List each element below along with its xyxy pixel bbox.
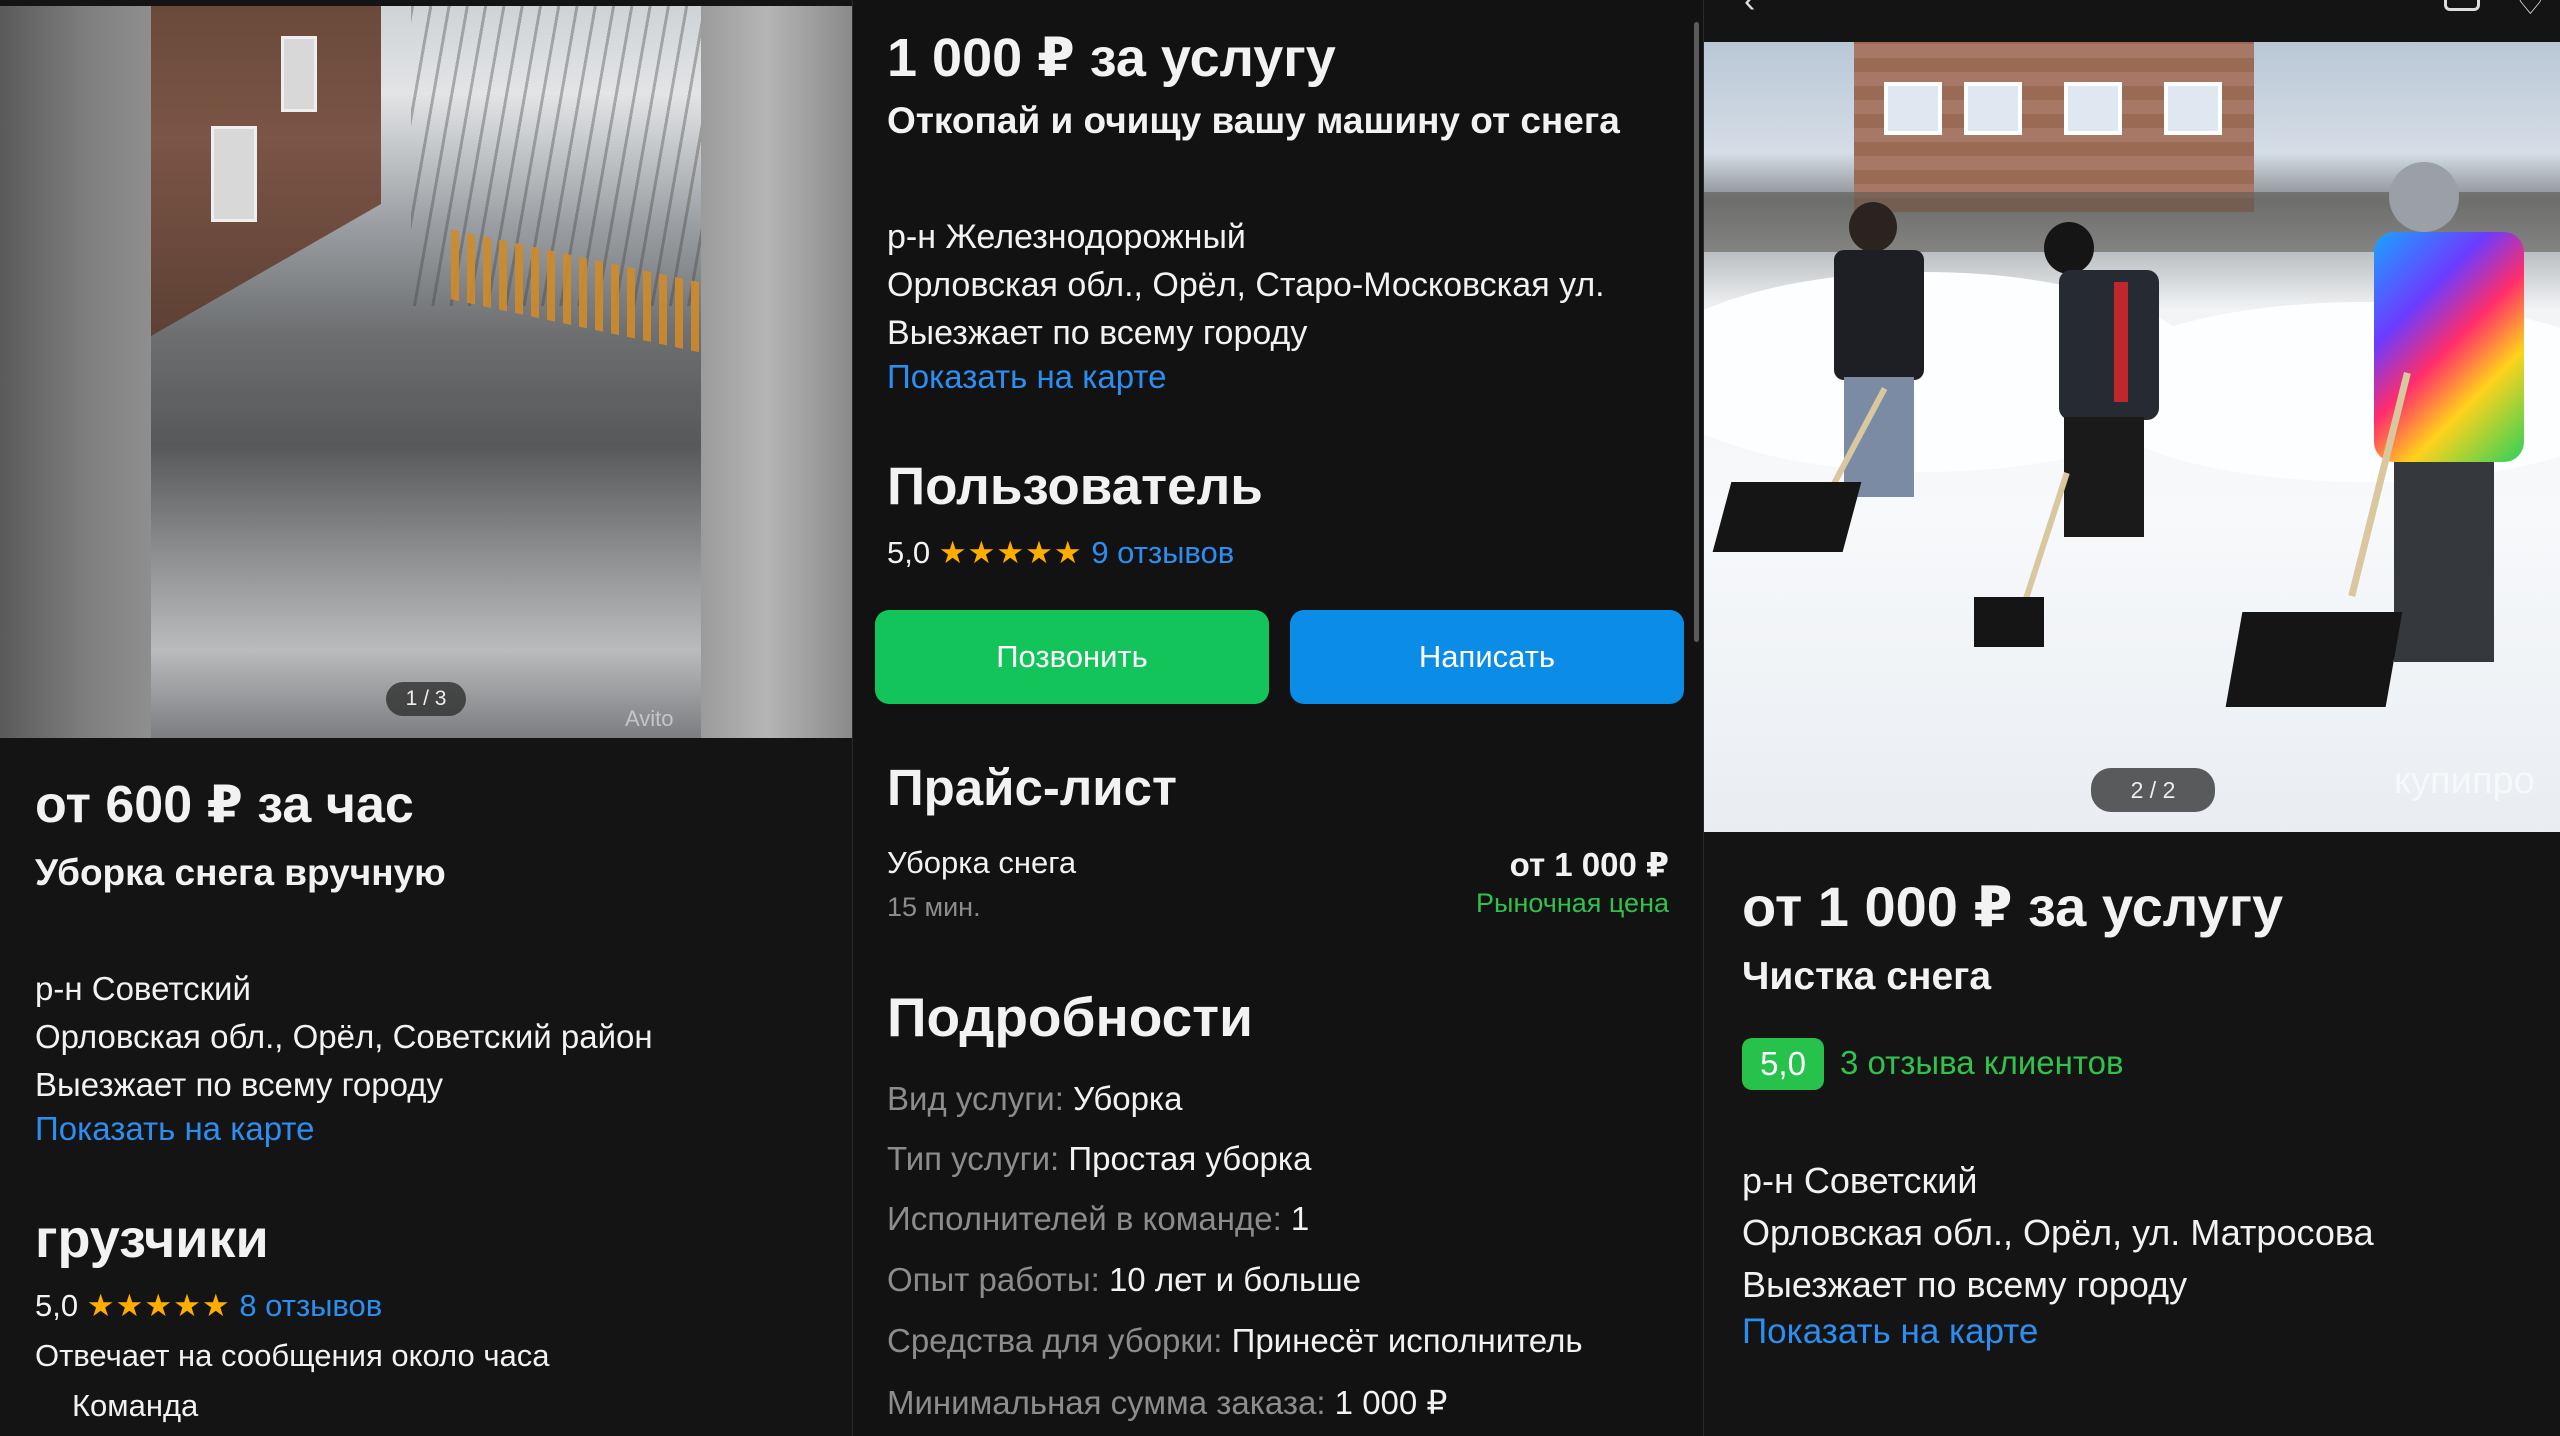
listing-panel-2: 1 000 ₽ за услугу Откопай и очищу вашу м… [853,0,1703,1436]
pricelist-item-duration: 15 мин. [887,892,981,922]
scrollbar[interactable] [1694,22,1699,642]
show-on-map-link[interactable]: Показать на карте [35,1110,314,1148]
detail-row-experience: Опыт работы: 10 лет и больше [887,1261,1361,1299]
details-heading: Подробности [887,986,1253,1048]
listing-price: 1 000 ₽ за услугу [887,28,1336,88]
rating-value: 5,0 [35,1288,79,1323]
detail-value: Простая уборка [1068,1140,1312,1177]
detail-label: Минимальная сумма заказа: [887,1384,1326,1421]
pricelist-item-name: Уборка снега [887,845,1077,880]
photo-shovel [1974,597,2044,647]
photo-snowy-sidewalk [151,6,701,738]
photo-window [2164,82,2222,135]
pricelist-heading: Прайс-лист [887,759,1177,816]
photo-counter-badge: 2 / 2 [2091,768,2215,812]
detail-label: Средства для уборки: [887,1322,1223,1359]
photo-person-1 [1814,202,1934,502]
client-reviews-link[interactable]: 3 отзыва клиентов [1840,1044,2124,1082]
back-arrow-icon[interactable]: ‹ [1744,0,1755,21]
write-button[interactable]: Написать [1290,610,1684,704]
listing-photo-3[interactable]: 2 / 2 купипро [1704,42,2560,832]
photo-watermark: купипро [2394,760,2535,802]
photo-window [281,36,317,112]
detail-row-team-size: Исполнителей в команде: 1 [887,1200,1309,1238]
detail-value: 1 000 ₽ [1334,1384,1448,1421]
listing-price: от 1 000 ₽ за услугу [1742,875,2284,938]
show-on-map-link[interactable]: Показать на карте [1742,1312,2038,1352]
listing-panel-3: ‹ ♡ 2 / 2 купипро от 1 000 ₽ за услугу Ч… [1704,0,2560,1436]
rating-score-badge: 5,0 [1742,1038,1824,1090]
response-time: Отвечает на сообщения около часа [35,1338,550,1373]
call-button[interactable]: Позвонить [875,610,1269,704]
photo-shovel [2225,612,2403,707]
listing-coverage: Выезжает по всему городу [887,314,1308,352]
detail-value: 10 лет и больше [1108,1261,1362,1298]
reviews-link[interactable]: 8 отзывов [239,1288,382,1323]
listing-photo-1[interactable]: 1 / 3 Avito [0,6,852,738]
photo-building-wall [151,6,381,336]
detail-value: Уборка [1073,1080,1183,1117]
listing-address: Орловская обл., Орёл, Старо-Московская у… [887,266,1605,304]
photo-window [211,126,257,222]
detail-label: Исполнителей в команде: [887,1200,1282,1237]
photo-window [2064,82,2122,135]
seller-rating: 5,0 ★★★★★ 8 отзывов [35,1288,382,1324]
photo-window [1964,82,2022,135]
photo-shovel [1712,482,1862,552]
detail-row-service-type: Тип услуги: Простая уборка [887,1140,1311,1178]
rating-stars-icon: ★★★★★ [938,535,1083,570]
listing-title: Уборка снега вручную [35,852,446,893]
listing-district: р-н Железнодорожный [887,218,1246,256]
listing-title: Откопай и очищу вашу машину от снега [887,100,1620,141]
listing-district: р-н Советский [1742,1160,1978,1201]
listing-price: от 600 ₽ за час [35,776,414,834]
detail-value: Принесёт исполнитель [1231,1322,1583,1359]
detail-value: 1 [1290,1200,1310,1237]
photo-person-3 [2344,162,2534,682]
photo-brick-house [1854,42,2254,212]
photo-counter-badge: 1 / 3 [386,682,466,716]
listing-title: Чистка снега [1742,955,1992,998]
detail-label: Тип услуги: [887,1140,1060,1177]
detail-label: Опыт работы: [887,1261,1100,1298]
photo-person-2 [2024,222,2174,542]
show-on-map-link[interactable]: Показать на карте [887,358,1166,396]
market-price-label: Рыночная цена [1476,888,1669,918]
listing-address: Орловская обл., Орёл, Советский район [35,1018,653,1055]
rating-stars-icon: ★★★★★ [86,1288,231,1323]
listing-address: Орловская обл., Орёл, ул. Матросова [1742,1212,2374,1253]
seller-type: Команда [72,1388,199,1423]
detail-label: Вид услуги: [887,1080,1064,1117]
seller-name[interactable]: грузчики [35,1208,269,1270]
listing-coverage: Выезжает по всему городу [1742,1264,2188,1305]
pricelist-item-price: от 1 000 ₽ [1509,846,1669,883]
listing-panel-1: 1 / 3 Avito от 600 ₽ за час Уборка снега… [0,0,852,1436]
listing-district: р-н Советский [35,970,251,1007]
detail-row-service-kind: Вид услуги: Уборка [887,1080,1182,1118]
detail-row-min-order: Минимальная сумма заказа: 1 000 ₽ [887,1383,1447,1422]
bag-icon[interactable] [2444,0,2480,11]
seller-rating: 5,0 ★★★★★ 9 отзывов [887,535,1234,571]
heart-icon[interactable]: ♡ [2516,0,2545,22]
seller-heading[interactable]: Пользователь [887,456,1263,517]
photo-watermark: Avito [625,706,674,731]
listing-coverage: Выезжает по всему городу [35,1066,443,1103]
reviews-link[interactable]: 9 отзывов [1091,535,1234,570]
detail-row-equipment: Средства для уборки: Принесёт исполнител… [887,1322,1583,1360]
rating-value: 5,0 [887,535,931,570]
photo-window [1884,82,1942,135]
